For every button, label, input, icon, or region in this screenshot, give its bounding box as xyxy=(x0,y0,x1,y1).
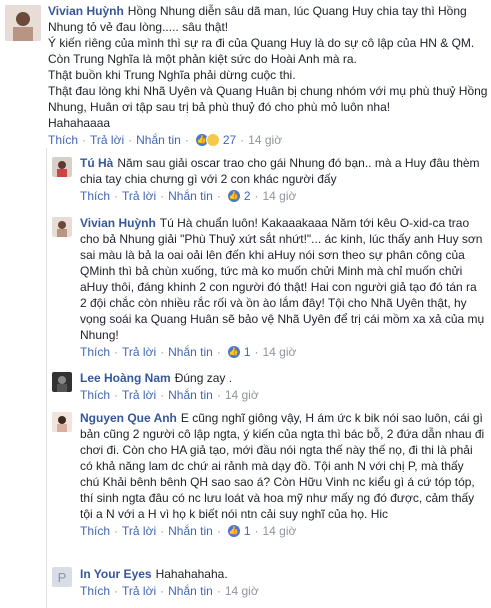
comment: Vivian Huỳnh Hồng Nhung diễn sâu dã man, … xyxy=(48,3,488,149)
reaction-count: 27 xyxy=(222,133,237,147)
comment-actions: Thích · Trả lời · Nhắn tin · 👍 27 · 14 giờ xyxy=(48,132,283,148)
timestamp[interactable]: 14 giờ xyxy=(248,132,282,148)
comment-author[interactable]: Nguyen Que Anh xyxy=(80,411,177,425)
profile-photo xyxy=(52,217,72,237)
timestamp[interactable]: 14 giờ xyxy=(263,188,297,204)
message-button[interactable]: Nhắn tin xyxy=(168,344,213,360)
like-button[interactable]: Thích xyxy=(80,188,110,204)
message-button[interactable]: Nhắn tin xyxy=(136,132,181,148)
reply-button[interactable]: Trả lời xyxy=(122,387,156,403)
reaction-count: 1 xyxy=(243,345,251,359)
comment-text: E cũng nghĩ giông vậy, H ám ức k bik nói… xyxy=(80,411,485,521)
reaction-summary[interactable]: 👍 1 xyxy=(226,344,251,360)
comment-author[interactable]: Vivian Huỳnh xyxy=(48,4,124,18)
comment-reply: Vivian Huỳnh Tú Hà chuẩn luôn! Kakaaakaaa… xyxy=(80,215,485,361)
default-avatar-icon: P xyxy=(52,567,72,587)
timestamp[interactable]: 14 giờ xyxy=(225,387,259,403)
comment-text: Năm sau giải oscar trao cho gái Nhung đó… xyxy=(80,156,480,186)
haha-icon xyxy=(205,133,220,147)
reaction-count: 1 xyxy=(243,524,251,538)
avatar[interactable] xyxy=(52,157,72,177)
like-button[interactable]: Thích xyxy=(80,387,110,403)
profile-photo xyxy=(52,372,72,392)
reply-button[interactable]: Trả lời xyxy=(122,583,156,599)
like-button[interactable]: Thích xyxy=(80,523,110,539)
comment-paragraph: Ý kiến riêng của mình thì sự ra đi của Q… xyxy=(48,36,475,66)
reply-button[interactable]: Trả lời xyxy=(122,188,156,204)
message-button[interactable]: Nhắn tin xyxy=(168,188,213,204)
comment-paragraph: Hahahaaaa xyxy=(48,116,111,130)
comment-reply: Nguyen Que Anh E cũng nghĩ giông vậy, H á… xyxy=(80,410,485,540)
message-button[interactable]: Nhắn tin xyxy=(168,583,213,599)
like-button[interactable]: Thích xyxy=(48,132,78,148)
reaction-summary[interactable]: 👍 27 xyxy=(194,132,237,148)
comment-author[interactable]: Lee Hoàng Nam xyxy=(80,371,171,385)
reply-button[interactable]: Trả lời xyxy=(90,132,124,148)
comment-author[interactable]: In Your Eyes xyxy=(80,567,152,581)
profile-photo xyxy=(5,5,41,41)
comment-paragraph: Thật buồn khi Trung Nghĩa phải dừng cuộc… xyxy=(48,68,296,82)
comment-actions: Thích · Trả lời · Nhắn tin · 👍 1 · 14 giờ xyxy=(80,344,297,360)
message-button[interactable]: Nhắn tin xyxy=(168,387,213,403)
comment-text: Hahahahaha. xyxy=(155,567,228,581)
like-icon: 👍 xyxy=(226,189,241,203)
comment-actions: Thích · Trả lời · Nhắn tin · 👍 1 · 14 giờ xyxy=(80,523,297,539)
comment-actions: Thích · Trả lời · Nhắn tin · 14 giờ xyxy=(80,583,259,599)
timestamp[interactable]: 14 giờ xyxy=(225,583,259,599)
comment-reply: Tú Hà Năm sau giải oscar trao cho gái Nhu… xyxy=(80,155,485,205)
comment-reply: In Your Eyes Hahahahaha. Thích · Trả lời · … xyxy=(80,566,485,600)
comment-text: Tú Hà chuẩn luôn! Kakaaakaaa Năm tới kêu… xyxy=(80,216,485,342)
comment-actions: Thích · Trả lời · Nhắn tin · 14 giờ xyxy=(80,387,259,403)
reply-button[interactable]: Trả lời xyxy=(122,523,156,539)
like-button[interactable]: Thích xyxy=(80,344,110,360)
timestamp[interactable]: 14 giờ xyxy=(263,523,297,539)
profile-photo xyxy=(52,157,72,177)
avatar[interactable] xyxy=(52,217,72,237)
avatar[interactable] xyxy=(5,5,41,41)
comment-reply: Lee Hoàng Nam Đúng zay . Thích · Trả lời · … xyxy=(80,370,485,404)
reaction-count: 2 xyxy=(243,189,251,203)
like-button[interactable]: Thích xyxy=(80,583,110,599)
svg-text:P: P xyxy=(58,570,67,585)
comment-actions: Thích · Trả lời · Nhắn tin · 👍 2 · 14 giờ xyxy=(80,188,297,204)
profile-photo xyxy=(52,412,72,432)
avatar[interactable] xyxy=(52,412,72,432)
message-button[interactable]: Nhắn tin xyxy=(168,523,213,539)
like-icon: 👍 xyxy=(226,345,241,359)
thread-line xyxy=(46,148,47,608)
reaction-summary[interactable]: 👍 2 xyxy=(226,188,251,204)
avatar[interactable]: P xyxy=(52,567,72,587)
reply-button[interactable]: Trả lời xyxy=(122,344,156,360)
reaction-summary[interactable]: 👍 1 xyxy=(226,523,251,539)
avatar[interactable] xyxy=(52,372,72,392)
comment-text: Đúng zay . xyxy=(174,371,233,385)
comment-author[interactable]: Vivian Huỳnh xyxy=(80,216,156,230)
comment-author[interactable]: Tú Hà xyxy=(80,156,113,170)
like-icon: 👍 xyxy=(226,524,241,538)
comment-paragraph: Thật đau lòng khi Nhã Uyên và Quang Huân… xyxy=(48,84,488,114)
timestamp[interactable]: 14 giờ xyxy=(263,344,297,360)
